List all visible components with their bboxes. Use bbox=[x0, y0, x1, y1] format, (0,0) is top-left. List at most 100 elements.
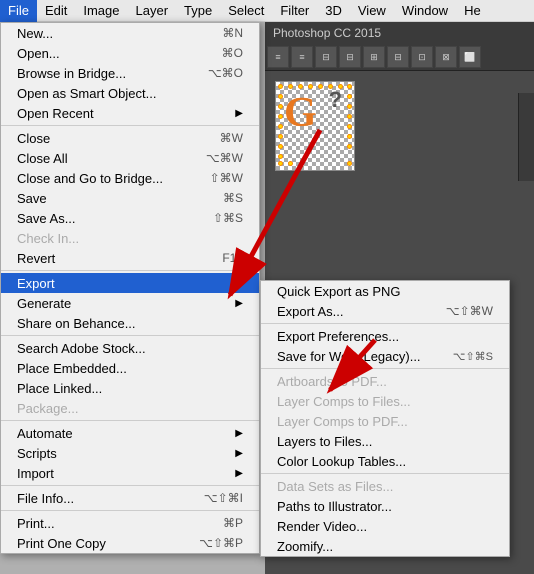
selection-dot bbox=[278, 134, 283, 139]
menu-item-fileinfo[interactable]: File Info... ⌥⇧⌘I bbox=[1, 488, 259, 508]
toolbar-btn-3[interactable]: ⊟ bbox=[315, 46, 337, 68]
toolbar-btn-2[interactable]: ≡ bbox=[291, 46, 313, 68]
selection-dot bbox=[347, 144, 352, 149]
selection-dot bbox=[278, 161, 283, 166]
menu-item-searchstock[interactable]: Search Adobe Stock... bbox=[1, 338, 259, 358]
toolbar-btn-9[interactable]: ⬜ bbox=[459, 46, 481, 68]
selection-dot bbox=[347, 161, 352, 166]
canvas-thumbnail: G ? bbox=[275, 81, 355, 171]
selection-dot bbox=[298, 84, 303, 89]
menu-item-smart[interactable]: Open as Smart Object... bbox=[1, 83, 259, 103]
menu-item-layercompspdf[interactable]: Layer Comps to PDF... bbox=[261, 411, 509, 431]
submenu-arrow: ▶ bbox=[235, 468, 243, 479]
menu-item-close[interactable]: Close ⌘W bbox=[1, 128, 259, 148]
selection-dot bbox=[318, 84, 323, 89]
canvas-g-letter: G bbox=[284, 92, 317, 134]
selection-dot bbox=[278, 114, 283, 119]
menu-item-saveweb[interactable]: Save for Web (Legacy)... ⌥⇧⌘S bbox=[261, 346, 509, 366]
menu-item-browse[interactable]: Browse in Bridge... ⌥⌘O bbox=[1, 63, 259, 83]
ps-right-panel bbox=[518, 93, 534, 181]
ps-toolbar: ≡ ≡ ⊟ ⊟ ⊞ ⊟ ⊡ ⊠ ⬜ bbox=[265, 44, 534, 71]
selection-dot bbox=[347, 134, 352, 139]
canvas-checkerboard: G ? bbox=[276, 82, 354, 170]
menu-view[interactable]: View bbox=[350, 0, 394, 22]
menu-item-rendervideo[interactable]: Render Video... bbox=[261, 516, 509, 536]
menu-item-artboardspdf[interactable]: Artboards to PDF... bbox=[261, 371, 509, 391]
toolbar-btn-7[interactable]: ⊡ bbox=[411, 46, 433, 68]
export-submenu: Quick Export as PNG Export As... ⌥⇧⌘W Ex… bbox=[260, 280, 510, 557]
menu-item-datasets[interactable]: Data Sets as Files... bbox=[261, 476, 509, 496]
menu-item-share[interactable]: Share on Behance... bbox=[1, 313, 259, 333]
menu-item-revert[interactable]: Revert F12 bbox=[1, 248, 259, 268]
menu-item-import[interactable]: Import ▶ bbox=[1, 463, 259, 483]
menu-item-paths[interactable]: Paths to Illustrator... bbox=[261, 496, 509, 516]
menu-item-layercompsfiles[interactable]: Layer Comps to Files... bbox=[261, 391, 509, 411]
menu-edit[interactable]: Edit bbox=[37, 0, 75, 22]
menu-item-generate[interactable]: Generate ▶ bbox=[1, 293, 259, 313]
menu-item-recent[interactable]: Open Recent ▶ bbox=[1, 103, 259, 123]
menu-item-new[interactable]: New... ⌘N bbox=[1, 23, 259, 43]
selection-dot bbox=[278, 94, 283, 99]
menu-item-quickexport[interactable]: Quick Export as PNG bbox=[261, 281, 509, 301]
toolbar-btn-1[interactable]: ≡ bbox=[267, 46, 289, 68]
menu-item-open[interactable]: Open... ⌘O bbox=[1, 43, 259, 63]
selection-dot bbox=[278, 84, 283, 89]
selection-dot bbox=[278, 104, 283, 109]
menu-file[interactable]: File bbox=[0, 0, 37, 22]
menu-item-export[interactable]: Export ▶ bbox=[1, 273, 259, 293]
separator bbox=[1, 510, 259, 511]
menu-item-zoomify[interactable]: Zoomify... bbox=[261, 536, 509, 556]
separator bbox=[1, 125, 259, 126]
selection-dot bbox=[347, 94, 352, 99]
menu-item-scripts[interactable]: Scripts ▶ bbox=[1, 443, 259, 463]
menu-item-closeall[interactable]: Close All ⌥⌘W bbox=[1, 148, 259, 168]
menu-item-save[interactable]: Save ⌘S bbox=[1, 188, 259, 208]
menu-item-placelinked[interactable]: Place Linked... bbox=[1, 378, 259, 398]
submenu-arrow: ▶ bbox=[235, 448, 243, 459]
menu-item-print[interactable]: Print... ⌘P bbox=[1, 513, 259, 533]
menu-item-layerstofiles[interactable]: Layers to Files... bbox=[261, 431, 509, 451]
ps-title-bar: Photoshop CC 2015 bbox=[265, 22, 534, 44]
menu-item-automate[interactable]: Automate ▶ bbox=[1, 423, 259, 443]
menu-item-exportas[interactable]: Export As... ⌥⇧⌘W bbox=[261, 301, 509, 321]
toolbar-btn-4[interactable]: ⊟ bbox=[339, 46, 361, 68]
menu-type[interactable]: Type bbox=[176, 0, 220, 22]
selection-dot bbox=[328, 84, 333, 89]
separator bbox=[1, 270, 259, 271]
selection-dot bbox=[308, 84, 313, 89]
toolbar-btn-6[interactable]: ⊟ bbox=[387, 46, 409, 68]
menu-item-package[interactable]: Package... bbox=[1, 398, 259, 418]
selection-dot bbox=[278, 144, 283, 149]
menu-3d[interactable]: 3D bbox=[317, 0, 350, 22]
selection-dot bbox=[347, 124, 352, 129]
selection-dot bbox=[347, 84, 352, 89]
toolbar-btn-5[interactable]: ⊞ bbox=[363, 46, 385, 68]
menu-item-placeembedded[interactable]: Place Embedded... bbox=[1, 358, 259, 378]
submenu-arrow: ▶ bbox=[235, 428, 243, 439]
menu-window[interactable]: Window bbox=[394, 0, 456, 22]
menu-filter[interactable]: Filter bbox=[272, 0, 317, 22]
submenu-arrow: ▶ bbox=[235, 108, 243, 119]
menu-item-checkin[interactable]: Check In... bbox=[1, 228, 259, 248]
menu-item-exportprefs[interactable]: Export Preferences... bbox=[261, 326, 509, 346]
separator bbox=[1, 335, 259, 336]
menu-item-printone[interactable]: Print One Copy ⌥⇧⌘P bbox=[1, 533, 259, 553]
separator bbox=[1, 420, 259, 421]
submenu-arrow: ▶ bbox=[235, 298, 243, 309]
selection-dot bbox=[288, 161, 293, 166]
menu-layer[interactable]: Layer bbox=[128, 0, 177, 22]
menu-item-colorlookup[interactable]: Color Lookup Tables... bbox=[261, 451, 509, 471]
menu-item-saveas[interactable]: Save As... ⇧⌘S bbox=[1, 208, 259, 228]
menu-item-closebridge[interactable]: Close and Go to Bridge... ⇧⌘W bbox=[1, 168, 259, 188]
menu-image[interactable]: Image bbox=[75, 0, 127, 22]
menu-select[interactable]: Select bbox=[220, 0, 272, 22]
file-dropdown: New... ⌘N Open... ⌘O Browse in Bridge...… bbox=[0, 22, 260, 554]
ps-canvas-area: G ? bbox=[265, 71, 534, 181]
selection-dot bbox=[278, 154, 283, 159]
selection-dot bbox=[338, 84, 343, 89]
separator bbox=[261, 473, 509, 474]
separator bbox=[261, 368, 509, 369]
toolbar-btn-8[interactable]: ⊠ bbox=[435, 46, 457, 68]
canvas-question: ? bbox=[329, 87, 342, 113]
menu-help[interactable]: He bbox=[456, 0, 489, 22]
